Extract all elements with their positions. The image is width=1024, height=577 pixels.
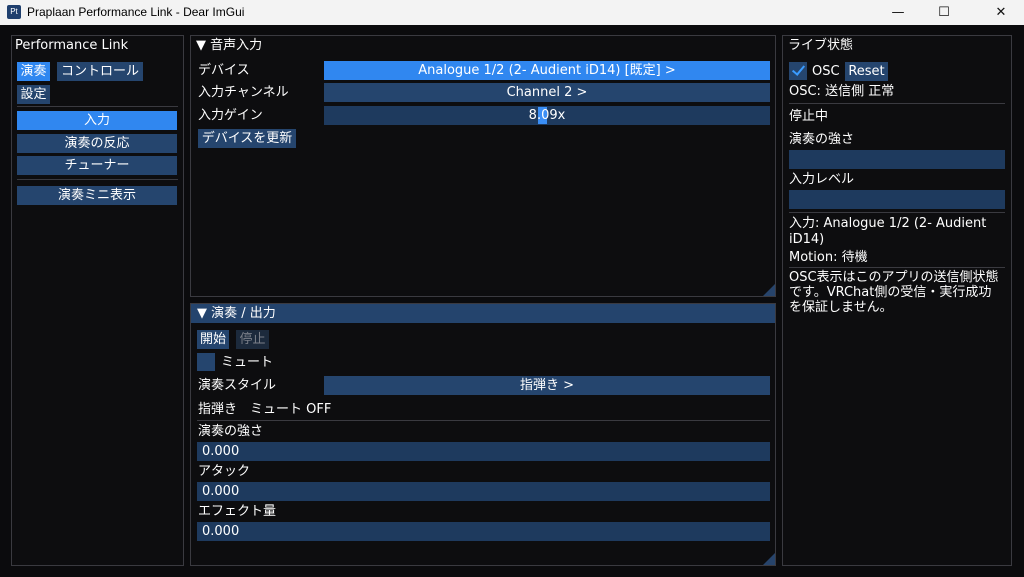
mute-checkbox[interactable] [197,353,215,371]
window-titlebar: Pt Praplaan Performance Link - Dear ImGu… [0,0,1024,25]
play-header: ▼ 演奏 / 出力 [197,306,276,321]
nav-tuner[interactable]: チューナー [17,156,177,175]
input-level-meter [789,190,1005,209]
device-combo[interactable]: Analogue 1/2 (2- Audient iD14) [既定] > [324,61,770,80]
tab-play[interactable]: 演奏 [17,62,50,81]
live-title: ライブ状態 [788,38,854,53]
osc-status: OSC: 送信側 正常 [789,84,895,99]
left-panel: Performance Link 演奏 コントロール 設定 入力 演奏の反応 チ… [11,35,184,566]
separator [17,179,178,180]
refresh-devices-button[interactable]: デバイスを更新 [198,129,296,148]
stop-button[interactable]: 停止 [236,330,269,349]
play-header-bar[interactable]: ▼ 演奏 / 出力 [191,304,775,323]
nav-input[interactable]: 入力 [17,111,177,130]
reset-button[interactable]: Reset [845,62,888,81]
input-info: 入力: Analogue 1/2 (2- Audient iD14) [789,216,987,247]
resize-grip[interactable] [763,284,775,296]
effect-label: エフェクト量 [198,504,277,519]
separator [789,212,1005,213]
audio-header[interactable]: ▼ 音声入力 [196,37,262,54]
style-combo[interactable]: 指弾き > [324,376,770,395]
attack-field[interactable]: 0.000 [197,482,770,501]
separator [197,420,770,421]
close-icon[interactable]: ✕ [978,0,1024,25]
stopped-status: 停止中 [789,109,829,124]
strength-field[interactable]: 0.000 [197,442,770,461]
strength-meter [789,150,1005,169]
tab-settings[interactable]: 設定 [17,85,50,104]
gain-label: 入力ゲイン [198,108,263,123]
app-icon: Pt [7,5,21,19]
status-line: 指弾き ミュート OFF [198,402,332,417]
live-status-panel: ライブ状態 OSC Reset OSC: 送信側 正常 停止中 演奏の強さ 入力… [782,35,1012,566]
gain-slider[interactable]: 8.09x [324,106,770,125]
osc-checkbox[interactable] [789,62,807,80]
mini-view-button[interactable]: 演奏ミニ表示 [17,186,177,205]
panel-title: Performance Link [15,38,129,53]
maximize-icon[interactable]: ☐ [921,0,967,25]
osc-label: OSC [812,64,840,79]
resize-grip[interactable] [763,553,775,565]
channel-combo[interactable]: Channel 2 > [324,83,770,102]
separator [789,267,1005,268]
separator [17,106,178,107]
device-label: デバイス [198,63,250,78]
motion-status: Motion: 待機 [789,250,868,265]
channel-label: 入力チャンネル [198,85,289,100]
window-title: Praplaan Performance Link - Dear ImGui [27,5,245,19]
attack-label: アタック [198,464,251,479]
live-strength-label: 演奏の強さ [789,132,855,147]
input-level-label: 入力レベル [789,172,855,187]
separator [789,103,1005,104]
nav-reaction[interactable]: 演奏の反応 [17,134,177,153]
audio-input-panel: ▼ 音声入力 デバイス Analogue 1/2 (2- Audient iD1… [190,35,776,297]
mute-label: ミュート [221,355,274,370]
start-button[interactable]: 開始 [197,330,229,349]
strength-label: 演奏の強さ [198,424,264,439]
gain-value: 8.09x [528,108,566,123]
style-label: 演奏スタイル [198,378,277,393]
play-output-panel: ▼ 演奏 / 出力 開始 停止 ミュート 演奏スタイル 指弾き > 指弾き ミュ… [190,303,776,566]
tab-control[interactable]: コントロール [57,62,143,81]
osc-note: OSC表示はこのアプリの送信側状態です。VRChat側の受信・実行成功を保証しま… [789,270,999,315]
effect-field[interactable]: 0.000 [197,522,770,541]
minimize-icon[interactable]: — [875,0,921,25]
